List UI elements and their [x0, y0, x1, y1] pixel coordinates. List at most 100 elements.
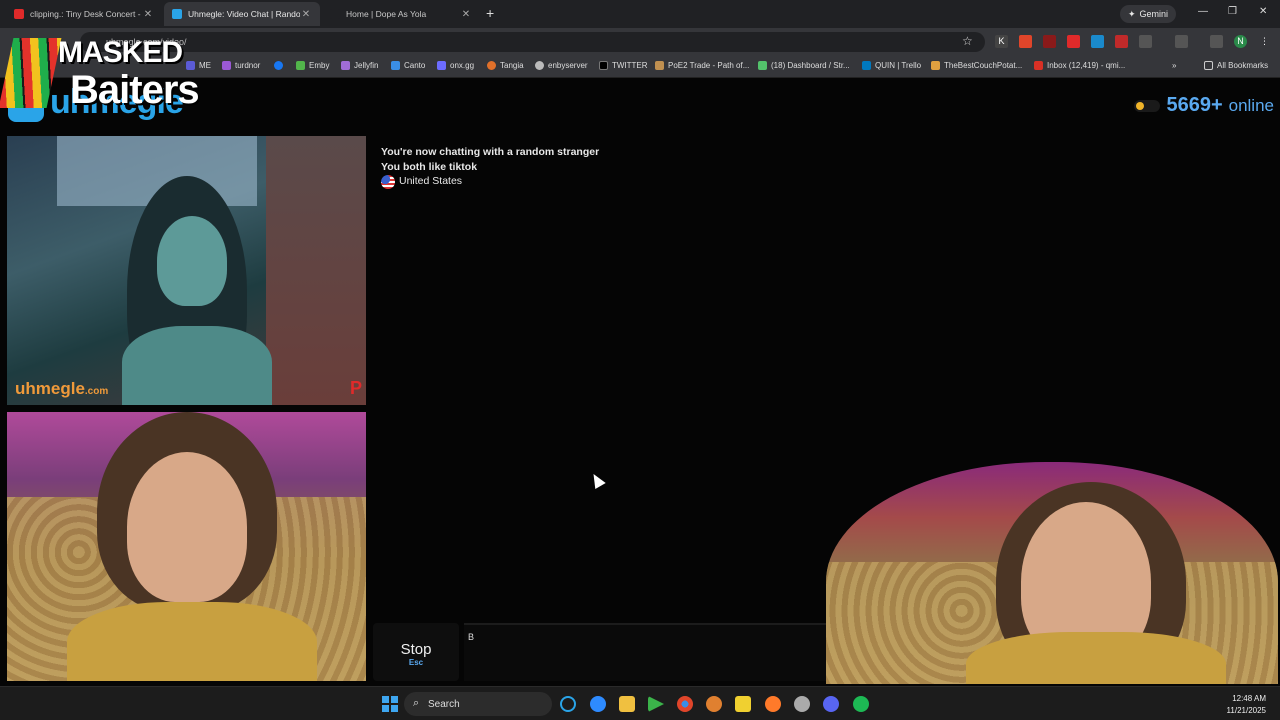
close-icon[interactable]: ✕	[142, 9, 154, 20]
puzzle-extensions-icon[interactable]	[1139, 35, 1152, 48]
star-bookmark-icon[interactable]: ☆	[962, 34, 973, 48]
sticky-notes-icon[interactable]	[735, 696, 751, 712]
bookmark-label: turdnor	[235, 61, 261, 70]
tab-title: Uhmegle: Video Chat | Rando	[188, 9, 300, 19]
search-icon: ⌕	[413, 697, 420, 709]
close-window-button[interactable]: ✕	[1259, 6, 1267, 17]
bookmark-label: TheBestCouchPotat...	[944, 61, 1023, 70]
message-input[interactable]: B	[464, 623, 834, 681]
facebook-icon	[274, 61, 283, 70]
bookmark-label: Inbox (12,419) - qmi...	[1047, 61, 1126, 70]
tab-search-icon[interactable]	[1210, 35, 1223, 48]
extension-icon[interactable]	[1115, 35, 1128, 48]
bookmark-facebook[interactable]	[274, 61, 287, 70]
widgets-icon[interactable]	[560, 696, 576, 712]
canto-icon	[391, 61, 400, 70]
bookmarks-overflow-icon[interactable]: »	[1172, 61, 1176, 70]
all-bookmarks-button[interactable]: All Bookmarks	[1204, 61, 1268, 70]
basketball-app-icon[interactable]	[706, 696, 722, 712]
tangia-icon	[487, 61, 496, 70]
obs-icon[interactable]	[794, 696, 810, 712]
bookmark-label: enbyserver	[548, 61, 588, 70]
color-stripes-logo-icon	[0, 38, 62, 108]
bookmark-label: QUIN | Trello	[875, 61, 922, 70]
stop-shortcut: Esc	[408, 658, 424, 667]
edge-icon[interactable]	[590, 696, 606, 712]
taskbar-search[interactable]: ⌕ Search	[404, 692, 552, 716]
stranger-video: uhmegle.com P	[7, 136, 366, 405]
spotify-icon[interactable]	[853, 696, 869, 712]
all-bookmarks-label: All Bookmarks	[1217, 61, 1269, 70]
bookmark-emby[interactable]: Emby	[296, 61, 329, 70]
bookmark-twitter[interactable]: TWITTER	[599, 61, 648, 70]
system-clock[interactable]: 12:48 AM 11/21/2025	[1227, 693, 1266, 717]
bookmark-enbyserver[interactable]: enbyserver	[535, 61, 588, 70]
bookmark-label: Emby	[309, 61, 330, 70]
dashboard-icon	[758, 61, 767, 70]
extension-icon[interactable]	[1019, 35, 1032, 48]
bookmark-dashboard[interactable]: (18) Dashboard / Str...	[758, 61, 850, 70]
x-icon	[599, 61, 608, 70]
menu-kebab-icon[interactable]: ⋮	[1258, 35, 1271, 48]
close-icon[interactable]: ✕	[300, 9, 312, 20]
profile-avatar[interactable]: N	[1234, 35, 1247, 48]
us-flag-icon	[381, 174, 395, 189]
minimize-button[interactable]: —	[1198, 6, 1208, 17]
bookmark-trello[interactable]: QUIN | Trello	[862, 61, 921, 70]
bookmark-label: TWITTER	[612, 61, 648, 70]
bookmark-jellyfin[interactable]: Jellyfin	[341, 61, 378, 70]
bookmark-poe2-trade[interactable]: PoE2 Trade - Path of...	[655, 61, 749, 70]
bookmark-canto[interactable]: Canto	[391, 61, 425, 70]
bookmark-label: Jellyfin	[354, 61, 379, 70]
side-panel-icon[interactable]	[1175, 35, 1188, 48]
brand-line2: Baiters	[70, 68, 200, 112]
stranger-country: United States	[381, 174, 1273, 189]
report-logo-icon[interactable]: P	[350, 378, 362, 399]
stop-label: Stop	[400, 641, 432, 658]
online-counter: 5669+ online	[1134, 94, 1274, 117]
gemini-button[interactable]: ✦ Gemini	[1120, 5, 1177, 23]
bookmark-label: (18) Dashboard / Str...	[771, 61, 850, 70]
stop-button[interactable]: Stop Esc	[373, 623, 459, 681]
uhmegle-favicon-icon	[172, 9, 182, 19]
bookmark-label: PoE2 Trade - Path of...	[668, 61, 750, 70]
chat-status-message: You're now chatting with a random strang…	[381, 146, 600, 158]
youtube-icon	[14, 9, 24, 19]
bookmark-onx[interactable]: onx.gg	[437, 61, 474, 70]
self-shirt	[67, 602, 317, 681]
file-explorer-icon[interactable]	[619, 696, 635, 712]
tab-dope-as-yola[interactable]: Home | Dope As Yola ✕	[322, 2, 480, 26]
streamer-shirt	[966, 632, 1226, 684]
uhmegle-watermark: uhmegle.com	[15, 379, 109, 398]
tab-title: clipping.: Tiny Desk Concert - Yo	[30, 9, 142, 19]
play-app-icon[interactable]	[648, 696, 664, 712]
self-video	[7, 412, 366, 681]
windows-start-icon[interactable]	[382, 696, 398, 712]
clock-date: 11/21/2025	[1226, 706, 1266, 715]
masked-baiters-logo: MASKED Baiters	[0, 36, 228, 114]
clock-time: 12:48 AM	[1232, 694, 1266, 703]
discord-icon[interactable]	[823, 696, 839, 712]
extension-icon[interactable]	[1043, 35, 1056, 48]
sparkle-icon: ✦	[1128, 8, 1136, 19]
bookmark-gmail-inbox[interactable]: Inbox (12,419) - qmi...	[1034, 61, 1125, 70]
firefox-icon[interactable]	[765, 696, 781, 712]
youtube-extension-icon[interactable]	[1067, 35, 1080, 48]
chrome-icon[interactable]	[677, 696, 693, 712]
extension-icon[interactable]	[1091, 35, 1104, 48]
bookmark-tangia[interactable]: Tangia	[487, 61, 524, 70]
restore-button[interactable]: ❐	[1228, 6, 1237, 17]
tab-uhmegle[interactable]: Uhmegle: Video Chat | Rando ✕	[164, 2, 320, 26]
brand-line1: MASKED	[58, 36, 183, 69]
close-icon[interactable]: ✕	[460, 9, 472, 20]
bookmark-label: Tangia	[500, 61, 524, 70]
streamer-webcam-overlay	[826, 462, 1278, 684]
new-tab-button[interactable]: +	[486, 5, 494, 21]
bookmark-couch-potato[interactable]: TheBestCouchPotat...	[931, 61, 1022, 70]
globe-icon	[535, 61, 544, 70]
k-extension-icon[interactable]: K	[995, 35, 1008, 48]
theme-toggle[interactable]	[1134, 99, 1161, 112]
tab-clipping[interactable]: clipping.: Tiny Desk Concert - Yo ✕	[6, 2, 162, 26]
online-count: 5669+	[1166, 94, 1223, 116]
poe-icon	[655, 61, 664, 70]
